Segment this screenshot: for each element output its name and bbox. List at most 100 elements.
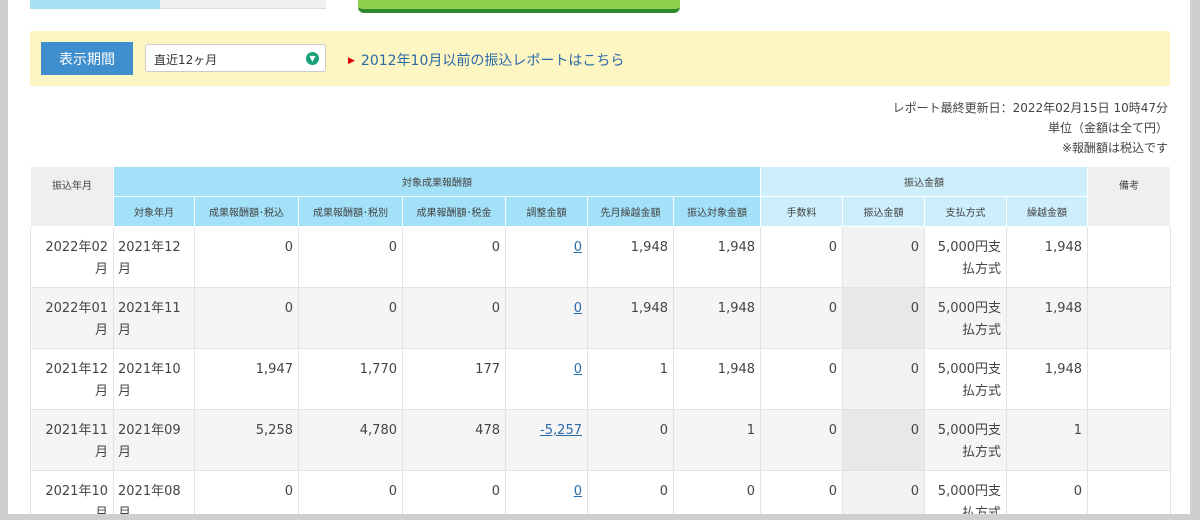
cell-transfer-month: 2022年01月	[30, 287, 114, 349]
cell-excl: 1,770	[298, 348, 403, 410]
cell-target-month: 2021年10月	[113, 348, 195, 410]
column-header: 手数料	[760, 196, 844, 227]
cell-remarks	[1087, 470, 1172, 514]
adjust-amount-link[interactable]: 0	[574, 362, 582, 377]
header-target-group: 対象成果報酬額	[112, 166, 762, 197]
header-transfer-month: 振込年月	[30, 166, 114, 227]
green-button[interactable]	[358, 0, 680, 13]
cell-incl: 0	[194, 287, 299, 349]
cell-target-month: 2021年12月	[113, 226, 195, 288]
cell-target-amount: 1,948	[672, 287, 762, 349]
cell-fee: 0	[760, 470, 844, 514]
cell-transfer-month: 2021年12月	[30, 348, 114, 410]
column-header: 対象年月	[113, 196, 195, 227]
cell-adjust: 0	[505, 226, 588, 288]
cell-remarks	[1087, 287, 1172, 349]
adjust-amount-link[interactable]: 0	[574, 484, 582, 499]
cell-fee: 0	[760, 409, 844, 471]
cell-adjust: 0	[505, 287, 588, 349]
page: 表示期間 直近12ヶ月 ▼ ▶ 2012年10月以前の振込レポートはこちら レポート…	[8, 0, 1190, 514]
column-header: 振込金額	[842, 196, 926, 227]
cell-fee: 0	[760, 348, 844, 410]
cell-paid: 0	[842, 348, 926, 410]
filter-bar: 表示期間 直近12ヶ月 ▼ ▶ 2012年10月以前の振込レポートはこちら	[30, 31, 1170, 86]
last-updated: レポート最終更新日：2022年02月15日 10時47分	[892, 101, 1168, 115]
column-header: 先月繰越金額	[587, 196, 674, 227]
cell-carry: 1,948	[1006, 287, 1089, 349]
cell-prev-carry: 0	[587, 470, 674, 514]
column-header: 成果報酬額･税金	[402, 196, 506, 227]
column-header: 成果報酬額･税込	[194, 196, 299, 227]
table-row: 2022年01月 2021年11月 0 0 0 0 1,948 1,948 0 0 5,000円支払…	[30, 287, 1172, 349]
old-report-link[interactable]: ▶ 2012年10月以前の振込レポートはこちら	[348, 50, 624, 70]
cell-tax: 0	[402, 226, 506, 288]
cell-paid: 0	[842, 287, 926, 349]
cell-target-amount: 1	[672, 409, 762, 471]
cell-paid: 0	[842, 409, 926, 471]
cell-paid: 0	[842, 470, 926, 514]
cell-incl: 0	[194, 470, 299, 514]
cell-fee: 0	[760, 226, 844, 288]
cell-target-amount: 0	[672, 470, 762, 514]
cell-target-month: 2021年11月	[113, 287, 195, 349]
cell-incl: 1,947	[194, 348, 299, 410]
report-meta: レポート最終更新日：2022年02月15日 10時47分 単位（金額は全て円） …	[893, 98, 1168, 158]
adjust-amount-link[interactable]: 0	[574, 301, 582, 316]
table-row: 2021年12月 2021年10月 1,947 1,770 177 0 1 1,948 0 0 5,…	[30, 348, 1172, 410]
transfer-report-table: 振込年月 対象成果報酬額 振込金額 備考 対象年月 成果報酬額･税込 成果報酬額･税…	[30, 166, 1172, 514]
cell-adjust: 0	[505, 348, 588, 410]
period-label: 表示期間	[41, 42, 133, 75]
cell-prev-carry: 1,948	[587, 287, 674, 349]
header-transfer-group: 振込金額	[760, 166, 1089, 197]
cell-carry: 1,948	[1006, 348, 1089, 410]
cell-fee: 0	[760, 287, 844, 349]
cell-tax: 177	[402, 348, 506, 410]
cell-method: 5,000円支払方式	[924, 409, 1008, 471]
cell-method: 5,000円支払方式	[924, 348, 1008, 410]
tab-inactive[interactable]	[160, 0, 326, 9]
column-header: 繰越金額	[1006, 196, 1089, 227]
cell-target-month: 2021年08月	[113, 470, 195, 514]
column-header: 振込対象金額	[672, 196, 762, 227]
cell-incl: 0	[194, 226, 299, 288]
cell-method: 5,000円支払方式	[924, 287, 1008, 349]
cell-target-amount: 1,948	[672, 348, 762, 410]
cell-remarks	[1087, 348, 1172, 410]
column-header: 成果報酬額･税別	[298, 196, 403, 227]
cell-excl: 4,780	[298, 409, 403, 471]
cell-remarks	[1087, 409, 1172, 471]
column-header: 支払方式	[924, 196, 1008, 227]
unit-note: 単位（金額は全て円）	[1047, 121, 1168, 135]
cell-tax: 0	[402, 287, 506, 349]
cell-incl: 5,258	[194, 409, 299, 471]
adjust-amount-link[interactable]: -5,257	[540, 423, 582, 438]
cell-prev-carry: 1	[587, 348, 674, 410]
cell-prev-carry: 1,948	[587, 226, 674, 288]
tab-active[interactable]	[30, 0, 160, 9]
cell-carry: 1	[1006, 409, 1089, 471]
column-header: 調整金額	[505, 196, 588, 227]
cell-tax: 478	[402, 409, 506, 471]
cell-method: 5,000円支払方式	[924, 226, 1008, 288]
cell-adjust: 0	[505, 470, 588, 514]
chevron-down-icon: ▼	[306, 52, 319, 65]
cell-prev-carry: 0	[587, 409, 674, 471]
cell-excl: 0	[298, 287, 403, 349]
period-select[interactable]: 直近12ヶ月 ▼	[145, 44, 326, 72]
cell-excl: 0	[298, 470, 403, 514]
cell-target-month: 2021年09月	[113, 409, 195, 471]
cell-transfer-month: 2021年10月	[30, 470, 114, 514]
tax-note: ※報酬額は税込です	[1061, 141, 1168, 155]
cell-transfer-month: 2022年02月	[30, 226, 114, 288]
triangle-right-icon: ▶	[348, 56, 355, 66]
cell-adjust: -5,257	[505, 409, 588, 471]
period-select-value: 直近12ヶ月	[154, 53, 218, 67]
cell-transfer-month: 2021年11月	[30, 409, 114, 471]
cell-remarks	[1087, 226, 1172, 288]
cell-excl: 0	[298, 226, 403, 288]
cell-target-amount: 1,948	[672, 226, 762, 288]
cell-carry: 1,948	[1006, 226, 1089, 288]
cell-paid: 0	[842, 226, 926, 288]
old-report-link-text: 2012年10月以前の振込レポートはこちら	[360, 53, 625, 69]
adjust-amount-link[interactable]: 0	[574, 240, 582, 255]
